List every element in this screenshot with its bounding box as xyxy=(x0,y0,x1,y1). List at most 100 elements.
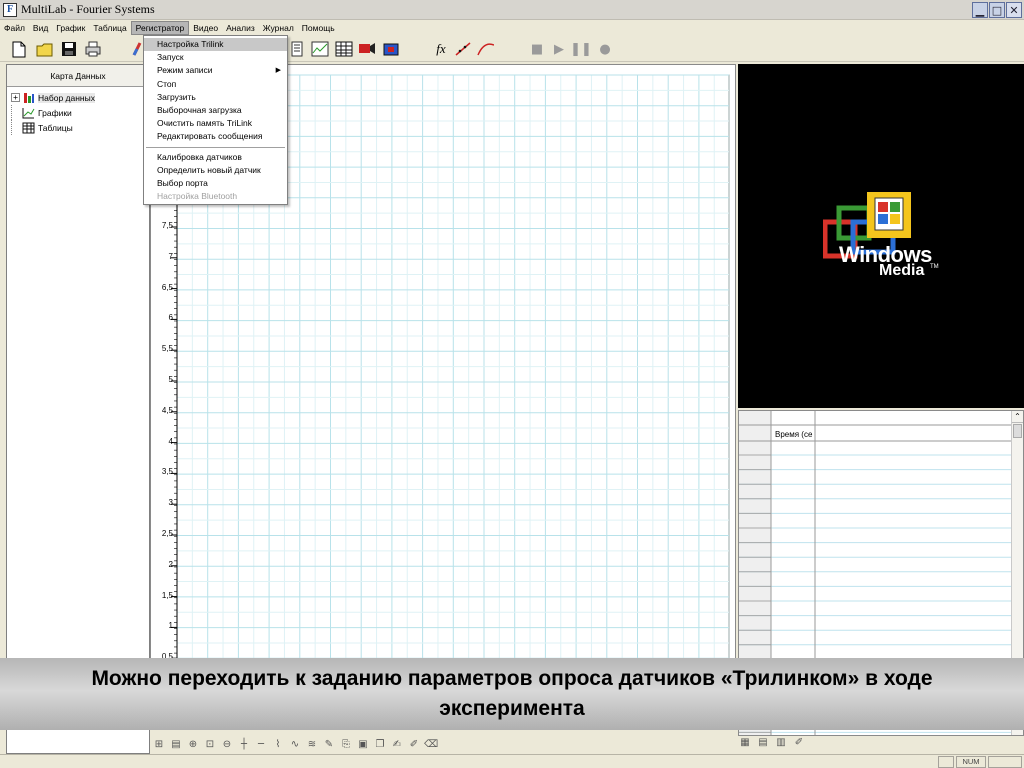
menu-item-items2-2[interactable]: Выбор порта xyxy=(144,177,287,190)
menu-item-label: Настройка Bluetooth xyxy=(157,191,238,202)
expand-icon[interactable]: + xyxy=(11,93,20,102)
menu-item-items2-0[interactable]: Калибровка датчиков xyxy=(144,151,287,164)
save-icon[interactable] xyxy=(60,40,78,58)
pen-icon[interactable]: ✐ xyxy=(407,738,421,751)
maximize-button[interactable]: □ xyxy=(989,2,1005,18)
menu-item-label: Редактировать сообщения xyxy=(157,131,263,142)
menu-item-items-3[interactable]: Стоп xyxy=(144,78,287,91)
menu-item-items-6[interactable]: Очистить память TriLink xyxy=(144,117,287,130)
wave-icon[interactable]: ∿ xyxy=(288,738,302,751)
line-icon[interactable]: ─ xyxy=(254,738,268,751)
new-file-icon[interactable] xyxy=(10,40,28,58)
caption-text: Можно переходить к заданию параметров оп… xyxy=(91,667,933,720)
y-tick-label: 7 xyxy=(168,251,173,261)
menu-file[interactable]: Файл xyxy=(0,21,29,35)
column-header-time[interactable]: Время (се xyxy=(775,430,812,439)
menu-item-label: Настройка Trilink xyxy=(157,39,224,49)
zoom-icon[interactable]: ⊕ xyxy=(186,738,200,751)
graph-props-icon[interactable]: ▤ xyxy=(169,738,183,751)
y-tick-label: 2,5 xyxy=(161,529,173,538)
data-tree: + Набор данных Графики Таблицы xyxy=(7,87,149,135)
menu-analysis[interactable]: Анализ xyxy=(222,21,259,35)
menu-item-label: Очистить память TriLink xyxy=(157,118,253,129)
menu-item-label: Стоп xyxy=(157,78,177,89)
crosshair-icon[interactable]: ┼ xyxy=(237,738,251,751)
y-tick-label: 5,5 xyxy=(161,344,173,354)
title-bar[interactable]: F MultiLab - Fourier Systems ▁ □ ✕ xyxy=(0,0,1024,20)
logo-text-media: Media xyxy=(879,262,925,279)
menu-graph[interactable]: График xyxy=(52,21,89,35)
window-controls: ▁ □ ✕ xyxy=(972,2,1022,18)
graph-view-icon[interactable] xyxy=(311,40,329,58)
dropdown-group-2: Калибровка датчиков Определить новый датч… xyxy=(144,151,287,204)
properties-icon[interactable] xyxy=(288,40,306,58)
menu-item-items-4[interactable]: Загрузить xyxy=(144,91,287,104)
menu-item-items-7[interactable]: Редактировать сообщения xyxy=(144,130,287,143)
menu-help[interactable]: Помощь xyxy=(298,21,339,35)
table-edit-icon[interactable]: ✐ xyxy=(792,736,806,749)
tree-item-dataset[interactable]: + Набор данных xyxy=(7,90,149,105)
y-tick-label: 6 xyxy=(168,313,173,323)
logger-dropdown-menu: Настройка Trilink Запуск Режим записи ▶ Стоп… xyxy=(143,35,288,205)
menu-journal[interactable]: Журнал xyxy=(259,21,298,35)
menu-table[interactable]: Таблица xyxy=(89,21,130,35)
curve-fit-icon[interactable] xyxy=(476,40,494,58)
tree-item-tables[interactable]: Таблицы xyxy=(7,120,149,135)
record-icon[interactable]: ● xyxy=(596,40,614,58)
cursor-icon[interactable]: ⊞ xyxy=(152,738,166,751)
signature-icon[interactable]: ✍ xyxy=(390,738,404,751)
table-view-icon[interactable] xyxy=(335,40,353,58)
menu-item-label: Калибровка датчиков xyxy=(157,151,242,162)
graph-icon xyxy=(22,107,35,119)
menu-item-items2-3: Настройка Bluetooth xyxy=(144,190,287,203)
table-toolbar: ▦ ▤ ▥ ✐ xyxy=(738,736,806,749)
menu-video[interactable]: Видео xyxy=(189,21,222,35)
y-tick-label: 6,5 xyxy=(161,282,173,292)
table-columns-icon[interactable]: ▥ xyxy=(774,736,788,749)
eraser-icon[interactable]: ⌫ xyxy=(424,738,438,751)
menu-item-items-5[interactable]: Выборочная загрузка xyxy=(144,104,287,117)
menu-item-label: Загрузить xyxy=(157,91,196,102)
menu-item-items-0[interactable]: Настройка Trilink xyxy=(144,38,287,52)
logo-trademark: TM xyxy=(930,264,939,270)
dropdown-group-1: Настройка Trilink Запуск Режим записи ▶ Стоп… xyxy=(144,38,287,144)
menu-view[interactable]: Вид xyxy=(29,21,52,35)
trend-icon[interactable]: ⌇ xyxy=(271,738,285,751)
camera-icon[interactable] xyxy=(382,40,400,58)
window-title: MultiLab - Fourier Systems xyxy=(21,2,155,16)
minimize-button[interactable]: ▁ xyxy=(972,2,988,18)
open-folder-icon[interactable] xyxy=(36,40,54,58)
y-tick-label: 2 xyxy=(168,559,173,569)
scroll-thumb[interactable] xyxy=(1013,424,1022,438)
menu-logger[interactable]: Регистратор xyxy=(130,21,190,35)
print-icon[interactable] xyxy=(84,40,102,58)
annotation-icon[interactable]: ✎ xyxy=(322,738,336,751)
play-icon[interactable]: ▶ xyxy=(550,40,568,58)
y-tick-label: 1,5 xyxy=(161,590,173,600)
line-fit-icon[interactable] xyxy=(454,40,472,58)
video-view-icon[interactable] xyxy=(358,40,376,58)
app-icon: F xyxy=(3,2,17,17)
menu-item-items-1[interactable]: Запуск xyxy=(144,51,287,64)
close-button[interactable]: ✕ xyxy=(1006,2,1022,18)
tree-item-graphs[interactable]: Графики xyxy=(7,105,149,120)
y-tick-label: 3,5 xyxy=(161,467,173,477)
pause-icon[interactable]: ❚❚ xyxy=(570,40,592,58)
zoom-out-icon[interactable]: ⊖ xyxy=(220,738,234,751)
copy-icon[interactable]: ❐ xyxy=(373,738,387,751)
video-panel[interactable]: Windows Media TM xyxy=(738,64,1024,408)
table-grid-icon[interactable]: ▦ xyxy=(738,736,752,749)
scroll-up-icon[interactable]: ⌃ xyxy=(1012,411,1023,423)
table-props-icon[interactable]: ▤ xyxy=(756,736,770,749)
function-icon[interactable]: fx xyxy=(432,40,450,58)
stats-icon[interactable]: ≋ xyxy=(305,738,319,751)
export-icon[interactable]: ⎘ xyxy=(339,738,353,751)
caption-banner: Можно переходить к заданию параметров оп… xyxy=(0,658,1024,730)
autoscale-icon[interactable]: ⊡ xyxy=(203,738,217,751)
stop-icon[interactable]: ■ xyxy=(528,40,546,58)
y-tick-label: 3 xyxy=(168,498,173,508)
menu-item-items-2[interactable]: Режим записи ▶ xyxy=(144,64,287,77)
menu-item-items2-1[interactable]: Определить новый датчик xyxy=(144,164,287,177)
image-icon[interactable]: ▣ xyxy=(356,738,370,751)
y-tick-label: 4 xyxy=(168,436,173,446)
